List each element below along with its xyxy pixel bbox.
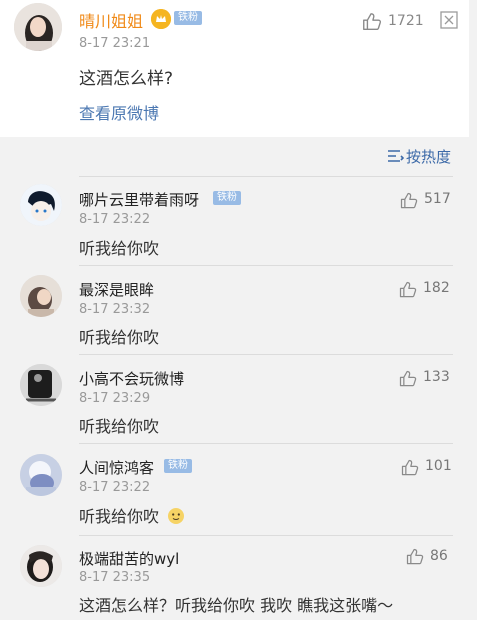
comment-text: 听我给你吹 [79, 328, 160, 347]
thumb-up-icon[interactable] [398, 369, 418, 389]
comment-page: 晴川姐姐 铁粉 8-17 23:21 这酒怎么样? 查看原微博 1721 按热度… [0, 0, 477, 620]
thumb-up-icon[interactable] [361, 11, 383, 33]
like-count: 1721 [388, 13, 424, 29]
sort-icon [386, 148, 404, 164]
comment-time: 8-17 23:21 [79, 36, 151, 51]
list-item: 最深是眼眸 8-17 23:32 听我给你吹 182 [0, 265, 477, 351]
avatar[interactable] [20, 364, 62, 406]
comment-text: 这酒怎么样？听我给你吹 我吹 瞧我这张嘴～ [79, 596, 394, 615]
thumb-up-icon[interactable] [398, 280, 418, 300]
fan-badge: 铁粉 [213, 191, 241, 205]
like-count: 101 [425, 458, 452, 474]
comment-time: 8-17 23:35 [79, 570, 151, 585]
top-comment-card: 晴川姐姐 铁粉 8-17 23:21 这酒怎么样? 查看原微博 1721 [0, 0, 469, 137]
list-item: 哪片云里带着雨呀 铁粉 8-17 23:22 听我给你吹 517 [0, 176, 477, 262]
author-name[interactable]: 最深是眼眸 [79, 279, 154, 300]
author-name[interactable]: 哪片云里带着雨呀 [79, 189, 199, 210]
comment-time: 8-17 23:32 [79, 302, 151, 317]
vip-crown-icon [151, 9, 171, 29]
comment-time: 8-17 23:22 [79, 212, 151, 227]
author-name[interactable]: 极端甜苦的wyl [79, 548, 179, 569]
divider [79, 535, 453, 536]
like-count: 517 [424, 191, 451, 207]
comment-text-row: 听我给你吹 [79, 503, 185, 527]
avatar[interactable] [14, 3, 62, 51]
thumb-up-icon[interactable] [400, 458, 420, 478]
doge-emoji-icon [167, 507, 185, 525]
like-count: 86 [430, 548, 448, 564]
comment-text: 听我给你吹 [79, 507, 160, 526]
comment-text: 这酒怎么样? [79, 69, 174, 89]
list-item: 人间惊鸿客 铁粉 8-17 23:22 听我给你吹 101 [0, 443, 477, 532]
avatar[interactable] [20, 454, 62, 496]
list-item: 极端甜苦的wyl 8-17 23:35 这酒怎么样？听我给你吹 我吹 瞧我这张嘴… [0, 535, 477, 620]
list-item: 小高不会玩微博 8-17 23:29 听我给你吹 133 [0, 354, 477, 440]
comment-text: 听我给你吹 [79, 239, 160, 258]
divider [79, 443, 453, 444]
comment-time: 8-17 23:29 [79, 391, 151, 406]
comment-time: 8-17 23:22 [79, 480, 151, 495]
author-name[interactable]: 小高不会玩微博 [79, 368, 184, 389]
author-name[interactable]: 晴川姐姐 [79, 8, 143, 32]
avatar-image [14, 3, 62, 51]
close-icon[interactable] [440, 11, 458, 29]
thumb-up-icon[interactable] [399, 191, 419, 211]
view-original-link[interactable]: 查看原微博 [79, 100, 159, 124]
avatar[interactable] [20, 545, 62, 587]
comment-text: 听我给你吹 [79, 417, 160, 436]
divider [79, 354, 453, 355]
thumb-up-icon[interactable] [405, 547, 425, 567]
like-count: 182 [423, 280, 450, 296]
sort-label: 按热度 [406, 148, 452, 166]
avatar[interactable] [20, 275, 62, 317]
divider [79, 265, 453, 266]
divider [79, 176, 453, 177]
like-count: 133 [423, 369, 450, 385]
fan-badge: 铁粉 [174, 11, 202, 25]
author-name[interactable]: 人间惊鸿客 [79, 457, 154, 478]
fan-badge: 铁粉 [164, 459, 192, 473]
avatar[interactable] [20, 184, 62, 226]
